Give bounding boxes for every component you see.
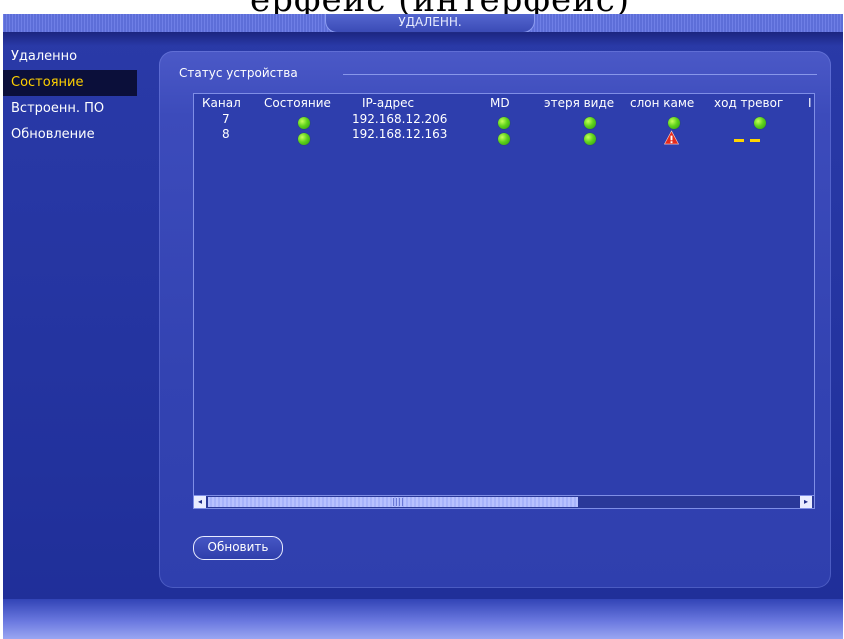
panel-title: Статус устройства xyxy=(179,66,298,80)
cell-ip: 192.168.12.206 xyxy=(352,112,448,126)
dash-indicator-icon xyxy=(734,139,744,142)
horizontal-scrollbar[interactable]: ◂ ▸ xyxy=(194,495,814,508)
scroll-thumb[interactable] xyxy=(208,497,578,507)
scroll-left-button[interactable]: ◂ xyxy=(194,496,206,508)
column-header-ip[interactable]: IP-адрес xyxy=(362,94,442,112)
panel-title-divider xyxy=(343,74,817,75)
column-header-md[interactable]: MD xyxy=(490,94,520,112)
column-header-more[interactable]: I xyxy=(808,94,814,112)
column-header-state[interactable]: Состояние xyxy=(264,94,348,112)
status-table: Канал Состояние IP-адрес MD этеря виде с… xyxy=(193,93,815,509)
refresh-button[interactable]: Обновить xyxy=(193,536,283,560)
device-status-panel: Статус устройства Канал Состояние IP-адр… xyxy=(159,51,831,588)
cell-channel: 7 xyxy=(222,112,230,126)
sidebar-item-firmware[interactable]: Встроенн. ПО xyxy=(3,96,143,122)
warning-triangle-icon xyxy=(664,130,679,145)
column-header-channel[interactable]: Канал xyxy=(202,94,252,112)
table-row[interactable]: 7 192.168.12.206 xyxy=(194,112,814,129)
dash-indicator-icon xyxy=(750,139,760,142)
green-dot-icon xyxy=(298,133,310,145)
column-header-alarm-in[interactable]: ход тревог xyxy=(714,94,800,112)
table-header: Канал Состояние IP-адрес MD этеря виде с… xyxy=(194,94,814,112)
sidebar-item-status[interactable]: Состояние xyxy=(3,70,137,96)
window-title: УДАЛЕНН. xyxy=(325,14,535,33)
column-header-video-loss[interactable]: этеря виде xyxy=(544,94,618,112)
scroll-grip-icon xyxy=(393,498,403,506)
cell-channel: 8 xyxy=(222,127,230,141)
top-caption-fragment: ерфейс (интерфейс) xyxy=(250,0,770,14)
green-dot-icon xyxy=(498,133,510,145)
scroll-right-button[interactable]: ▸ xyxy=(800,496,812,508)
sidebar-item-remote[interactable]: Удаленно xyxy=(3,44,143,70)
cell-ip: 192.168.12.163 xyxy=(352,127,448,141)
dvr-screen: УДАЛЕНН. Удаленно Состояние Встроенн. ПО… xyxy=(3,14,843,639)
column-header-camera-tamper[interactable]: слон каме xyxy=(630,94,704,112)
sidebar: Удаленно Состояние Встроенн. ПО Обновлен… xyxy=(3,44,143,148)
table-row[interactable]: 8 192.168.12.163 xyxy=(194,127,814,145)
sidebar-item-update[interactable]: Обновление xyxy=(3,122,143,148)
bottom-bar xyxy=(3,599,843,639)
green-dot-icon xyxy=(584,133,596,145)
